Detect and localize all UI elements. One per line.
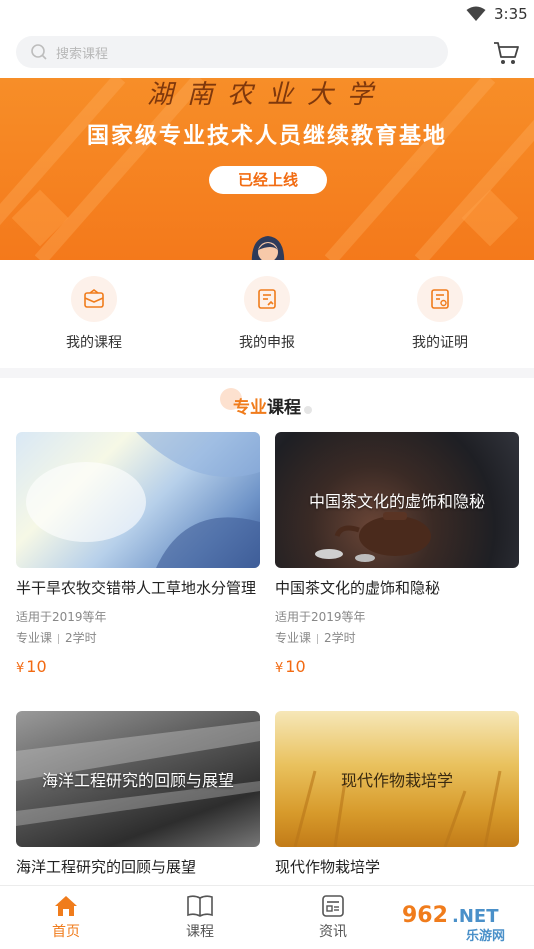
my-courses-icon-wrap (71, 276, 117, 322)
course-meta: 适用于2019等年 专业课 2学时 (16, 607, 260, 649)
course-thumbnail: 海洋工程研究的回顾与展望 (16, 711, 260, 847)
status-bar: 3:35 (0, 0, 534, 28)
home-icon (55, 896, 77, 916)
my-courses-button[interactable]: 我的课程 (34, 274, 154, 360)
my-application-button[interactable]: 我的申报 (207, 274, 327, 360)
course-card[interactable]: 半干旱农牧交错带人工草地水分管理 适用于2019等年 专业课 2学时 ¥10 (16, 432, 260, 676)
banner-person-illustration (251, 236, 285, 260)
certificate-icon (431, 289, 449, 309)
course-title: 中国茶文化的虚饰和隐秘 (275, 579, 441, 597)
tab-courses[interactable]: 课程 (150, 892, 250, 946)
course-thumbnail: 现代作物栽培学 (275, 711, 519, 847)
tab-news[interactable]: 资讯 (283, 892, 383, 946)
course-type: 专业课 (16, 631, 53, 645)
my-certificate-button[interactable]: 我的证明 (380, 274, 500, 360)
section-title-rest: 课程 (267, 398, 301, 418)
banner-badge-button[interactable]: 已经上线 (209, 166, 327, 194)
svg-text:乐游网: 乐游网 (466, 928, 505, 944)
course-hours: 2学时 (324, 631, 356, 645)
tab-news-label: 资讯 (319, 924, 347, 940)
book-icon (187, 895, 213, 917)
thumbnail-art (26, 432, 260, 568)
course-title: 半干旱农牧交错带人工草地水分管理 (16, 579, 257, 597)
course-card[interactable]: 现代作物栽培学 现代作物栽培学 (275, 711, 519, 878)
course-applicable: 适用于2019等年 (16, 610, 107, 624)
tab-courses-label: 课程 (186, 924, 214, 940)
section-divider (0, 368, 534, 378)
course-price: ¥10 (16, 657, 260, 676)
status-time: 3:35 (494, 5, 528, 23)
banner-calligraphy: 湖南农业大学 (146, 80, 387, 110)
cart-icon[interactable] (492, 40, 520, 66)
app-screen: 3:35 搜索课程 湖南农业大学 国家级专业技术人员继续教育基地 已经上线 我的… (0, 0, 534, 949)
my-certificate-icon-wrap (417, 276, 463, 322)
section-title-highlight: 专业 (233, 398, 267, 418)
site-watermark-logo: 962 .NET 乐游网 (396, 898, 530, 944)
my-application-label: 我的申报 (239, 335, 295, 351)
course-meta: 适用于2019等年 专业课 2学时 (275, 607, 519, 649)
course-card[interactable]: 海洋工程研究的回顾与展望 海洋工程研究的回顾与展望 (16, 711, 260, 878)
course-hours: 2学时 (65, 631, 97, 645)
price-value: 10 (26, 657, 47, 676)
apply-icon (258, 289, 276, 309)
svg-text:.NET: .NET (452, 906, 499, 927)
my-certificate-label: 我的证明 (412, 335, 468, 351)
course-title: 现代作物栽培学 (275, 858, 381, 876)
course-overlay-title: 现代作物栽培学 (340, 771, 453, 790)
course-overlay-title: 中国茶文化的虚饰和隐秘 (308, 492, 485, 511)
course-card[interactable]: 中国茶文化的虚饰和隐秘 中国茶文化的虚饰和隐秘 适用于2019等年 专业课 2学时… (275, 432, 519, 676)
course-type: 专业课 (275, 631, 312, 645)
promo-banner[interactable]: 湖南农业大学 国家级专业技术人员继续教育基地 已经上线 (0, 78, 534, 260)
section-title: 专业课程 (0, 388, 534, 420)
tab-home[interactable]: 首页 (16, 892, 116, 946)
course-thumbnail (16, 432, 260, 568)
svg-text:962: 962 (402, 903, 448, 928)
search-bar[interactable]: 搜索课程 (16, 36, 448, 68)
wifi-icon (466, 6, 486, 21)
course-title: 海洋工程研究的回顾与展望 (16, 858, 197, 876)
search-icon (31, 44, 47, 60)
course-price: ¥10 (275, 657, 519, 676)
price-currency: ¥ (275, 661, 284, 676)
price-value: 10 (285, 657, 306, 676)
news-icon (322, 895, 344, 917)
course-applicable: 适用于2019等年 (275, 610, 366, 624)
my-courses-label: 我的课程 (66, 335, 122, 351)
tab-home-label: 首页 (52, 924, 80, 940)
course-icon (84, 289, 104, 308)
my-application-icon-wrap (244, 276, 290, 322)
price-currency: ¥ (16, 661, 25, 676)
course-overlay-title: 海洋工程研究的回顾与展望 (41, 771, 234, 790)
title-decoration-dot (304, 406, 312, 414)
quick-actions: 我的课程 我的申报 我的证明 (0, 260, 534, 368)
course-thumbnail: 中国茶文化的虚饰和隐秘 (275, 432, 519, 568)
search-placeholder: 搜索课程 (56, 47, 109, 62)
banner-headline: 国家级专业技术人员继续教育基地 (86, 124, 447, 149)
